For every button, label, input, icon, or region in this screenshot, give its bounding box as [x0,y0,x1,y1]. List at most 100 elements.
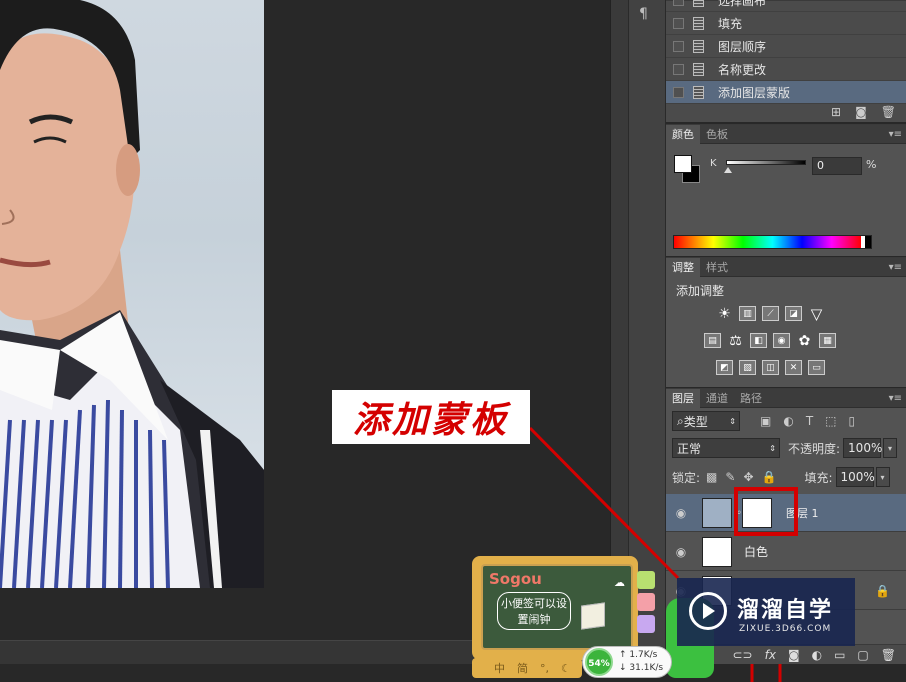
selective-color-icon[interactable]: ✕ [785,360,802,375]
play-triangle-icon [703,603,715,619]
filter-shape-icon[interactable]: ⬚ [825,414,836,428]
filter-adjustment-icon[interactable]: ◐ [783,414,793,428]
network-monitor[interactable]: 54% ↑ 1.7K/s ↓ 31.1K/s [582,646,672,678]
color-balance-icon[interactable]: ⚖ [727,333,744,349]
slider-thumb-icon[interactable] [724,167,732,173]
lock-brush-icon[interactable]: ✎ [725,470,735,484]
action-toggle-checkbox[interactable] [673,63,684,75]
layer-thumbnail[interactable] [702,536,732,567]
gradient-map-icon[interactable]: ▭ [808,360,825,375]
updown-icon: ⇕ [769,443,776,453]
curves-icon[interactable]: ⟋ [762,306,779,321]
threshold-icon[interactable]: ◫ [762,360,779,375]
action-item[interactable]: 选择画布 [666,0,906,12]
mask-highlight-box [734,487,798,536]
lock-position-icon[interactable]: ✥ [743,470,753,484]
k-channel-slider[interactable] [726,160,806,165]
brightness-icon[interactable]: ☀ [716,306,733,322]
actions-panel: 选择画布 填充 图层顺序 名称更改 添加图层蒙版 ⊞ ◙ 🗑 [666,0,906,122]
blend-mode-select[interactable]: 正常 ⇕ [672,438,780,458]
simplified-mode-label[interactable]: 简 [517,660,528,676]
action-item[interactable]: 填充 [666,12,906,35]
layer-name[interactable]: 白色 [744,543,768,560]
vibrance-icon[interactable]: ▽ [808,305,825,323]
fill-dropdown-button[interactable]: ▾ [875,467,890,487]
fx-icon[interactable]: fx [765,648,776,662]
action-item[interactable]: 图层顺序 [666,35,906,58]
eye-visibility-icon[interactable]: ◉ [666,506,696,520]
eye-visibility-icon[interactable]: ◉ [666,545,696,559]
panel-menu-icon[interactable]: ▾≡ [889,125,902,144]
adjustment-layer-icon[interactable]: ◐ [812,648,822,662]
panel-menu-icon[interactable]: ▾≡ [889,389,902,408]
tab-swatches[interactable]: 色板 [700,125,734,144]
tab-adjustments[interactable]: 调整 [666,257,700,277]
opacity-input[interactable]: 100% [843,438,882,458]
lock-all-icon[interactable]: 🔒 [762,470,777,484]
layer-filter-select[interactable]: ⌕ 类型 ⇕ [672,411,740,431]
adjustments-row-3: ◩ ▧ ◫ ✕ ▭ [716,360,825,375]
invert-icon[interactable]: ◩ [716,360,733,375]
document-canvas[interactable] [0,0,610,664]
color-panel: 颜色 色板 ▾≡ K 0 % [666,124,906,256]
foreground-color-swatch[interactable] [674,155,692,173]
action-toggle-checkbox[interactable] [673,86,684,98]
group-folder-icon[interactable]: ▭ [834,648,845,662]
new-layer-icon[interactable]: ▢ [857,648,868,662]
hue-saturation-icon[interactable]: ▤ [704,333,721,348]
filter-pixel-icon[interactable]: ▣ [760,414,771,428]
color-lookup-icon[interactable]: ▦ [819,333,836,348]
fill-input[interactable]: 100% [835,467,875,487]
trash-icon[interactable]: 🗑 [881,105,896,119]
tab-paths[interactable]: 路径 [734,389,768,408]
side-tab-purple[interactable] [637,615,655,633]
action-doc-icon [693,16,704,30]
lock-transparent-icon[interactable]: ▩ [706,470,717,484]
black-white-icon[interactable]: ◧ [750,333,767,348]
portrait-photo[interactable] [0,0,264,588]
filter-smart-object-icon[interactable]: ▯ [849,414,856,428]
layer-row[interactable]: ◉ 白色 [666,533,906,571]
layer-filter-row: ⌕ 类型 ⇕ ▣ ◐ T ⬚ ▯ [672,411,906,431]
action-toggle-checkbox[interactable] [673,40,684,52]
layer-photo-thumbnail[interactable] [702,497,732,528]
k-value-input[interactable]: 0 [812,157,862,175]
action-label: 选择画布 [718,0,767,8]
note-bubble: 小便签可以设置闹钟 [497,592,571,630]
tab-color[interactable]: 颜色 [666,124,700,144]
filter-type-icon[interactable]: T [806,414,813,428]
sogou-sticky-widget[interactable]: Sogou ☁ 小便签可以设置闹钟 [472,556,638,660]
action-item-selected[interactable]: 添加图层蒙版 [666,81,906,104]
tab-channels[interactable]: 通道 [700,389,734,408]
cube-mascot-icon [581,602,605,630]
link-layers-icon[interactable]: ⊂⊃ [733,648,753,662]
channel-mixer-icon[interactable]: ✿ [796,333,813,349]
opacity-dropdown-button[interactable]: ▾ [883,438,898,458]
exposure-icon[interactable]: ◪ [785,306,802,321]
panel-menu-icon[interactable]: ▾≡ [889,258,902,277]
side-tab-pink[interactable] [637,593,655,611]
levels-icon[interactable]: ▥ [739,306,756,321]
action-label: 添加图层蒙版 [718,85,791,100]
tab-layers[interactable]: 图层 [666,388,700,408]
side-tab-green[interactable] [637,571,655,589]
sogou-status-bar[interactable]: 中 简 °, ☾ [472,658,582,678]
paragraph-icon[interactable]: ¶ [639,6,648,22]
color-spectrum-bar[interactable] [673,235,872,249]
tab-styles[interactable]: 样式 [700,258,734,277]
color-panel-tabs: 颜色 色板 ▾≡ [666,124,906,144]
action-toggle-checkbox[interactable] [673,17,684,29]
punctuation-icon[interactable]: °, [540,662,549,675]
trash-icon[interactable]: 🗑 [881,648,896,662]
annotation-label: 添加蒙板 [332,390,530,444]
action-item[interactable]: 名称更改 [666,58,906,81]
posterize-icon[interactable]: ▧ [739,360,756,375]
new-action-icon[interactable]: ◙ [855,105,867,119]
add-mask-icon[interactable]: ◙ [788,648,800,662]
sogou-side-tabs [637,571,657,637]
new-set-icon[interactable]: ⊞ [831,105,841,119]
chinese-mode-label[interactable]: 中 [494,660,505,676]
action-toggle-checkbox[interactable] [673,0,684,6]
moon-icon[interactable]: ☾ [561,662,571,675]
photo-filter-icon[interactable]: ◉ [773,333,790,348]
